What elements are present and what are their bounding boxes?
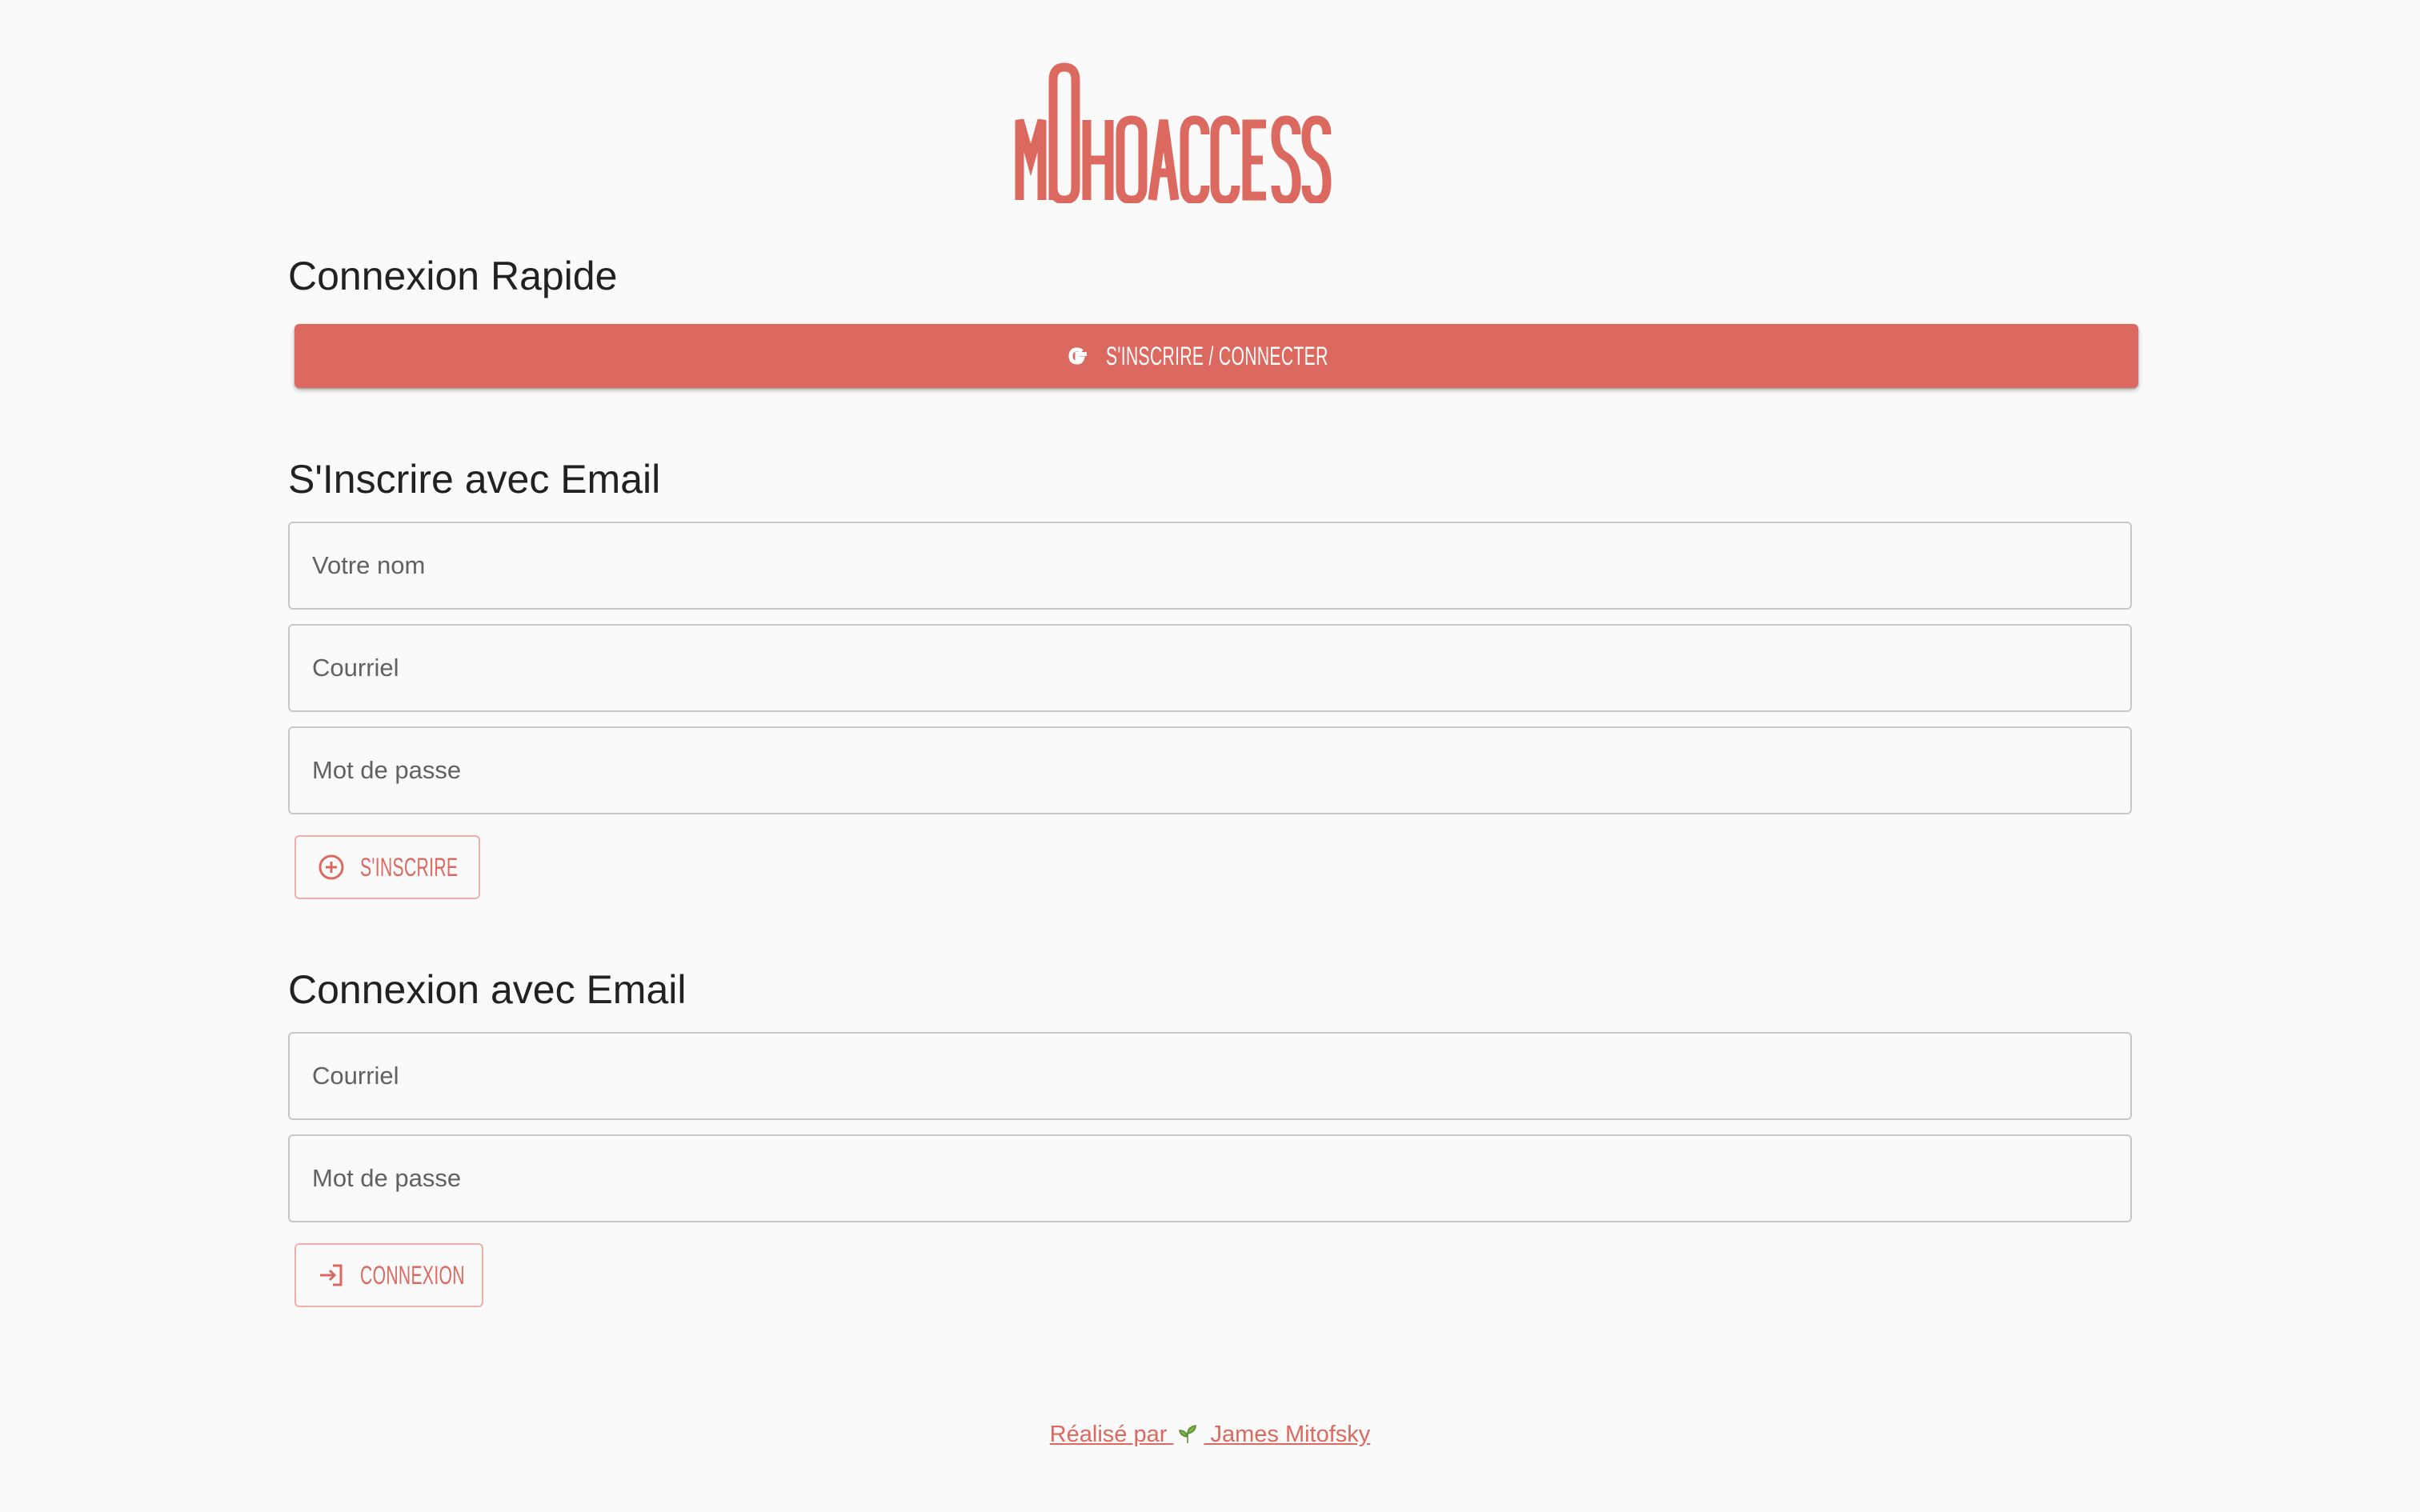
signup-heading: S'Inscrire avec Email	[288, 457, 661, 502]
footer-author: James Mitofsky	[1210, 1422, 1371, 1447]
login-email-input[interactable]	[288, 1032, 2132, 1120]
signup-button-label: S'INSCRIRE	[360, 852, 459, 882]
footer: Réalisé par James Mitofsky	[0, 1421, 2420, 1448]
google-signin-button[interactable]: S'INSCRIRE / CONNECTER	[294, 324, 2138, 388]
login-button[interactable]: CONNEXION	[294, 1243, 483, 1307]
author-link[interactable]: Réalisé par James Mitofsky	[1050, 1422, 1371, 1447]
login-heading: Connexion avec Email	[288, 967, 687, 1012]
login-icon	[320, 1264, 343, 1286]
plus-circle-icon	[319, 854, 344, 880]
sprout-icon	[1179, 1425, 1197, 1443]
footer-prefix: Réalisé par	[1049, 1422, 1168, 1447]
signup-email-input[interactable]	[288, 624, 2132, 712]
google-signin-label: S'INSCRIRE / CONNECTER	[1106, 341, 1328, 370]
mohoaccess-logo	[1015, 62, 1332, 203]
signup-name-input[interactable]	[288, 522, 2132, 610]
login-button-label: CONNEXION	[360, 1260, 465, 1290]
login-password-input[interactable]	[288, 1134, 2132, 1222]
signup-password-input[interactable]	[288, 726, 2132, 814]
signup-button[interactable]: S'INSCRIRE	[294, 835, 480, 899]
quick-login-heading: Connexion Rapide	[288, 254, 618, 298]
google-icon	[1068, 347, 1087, 365]
